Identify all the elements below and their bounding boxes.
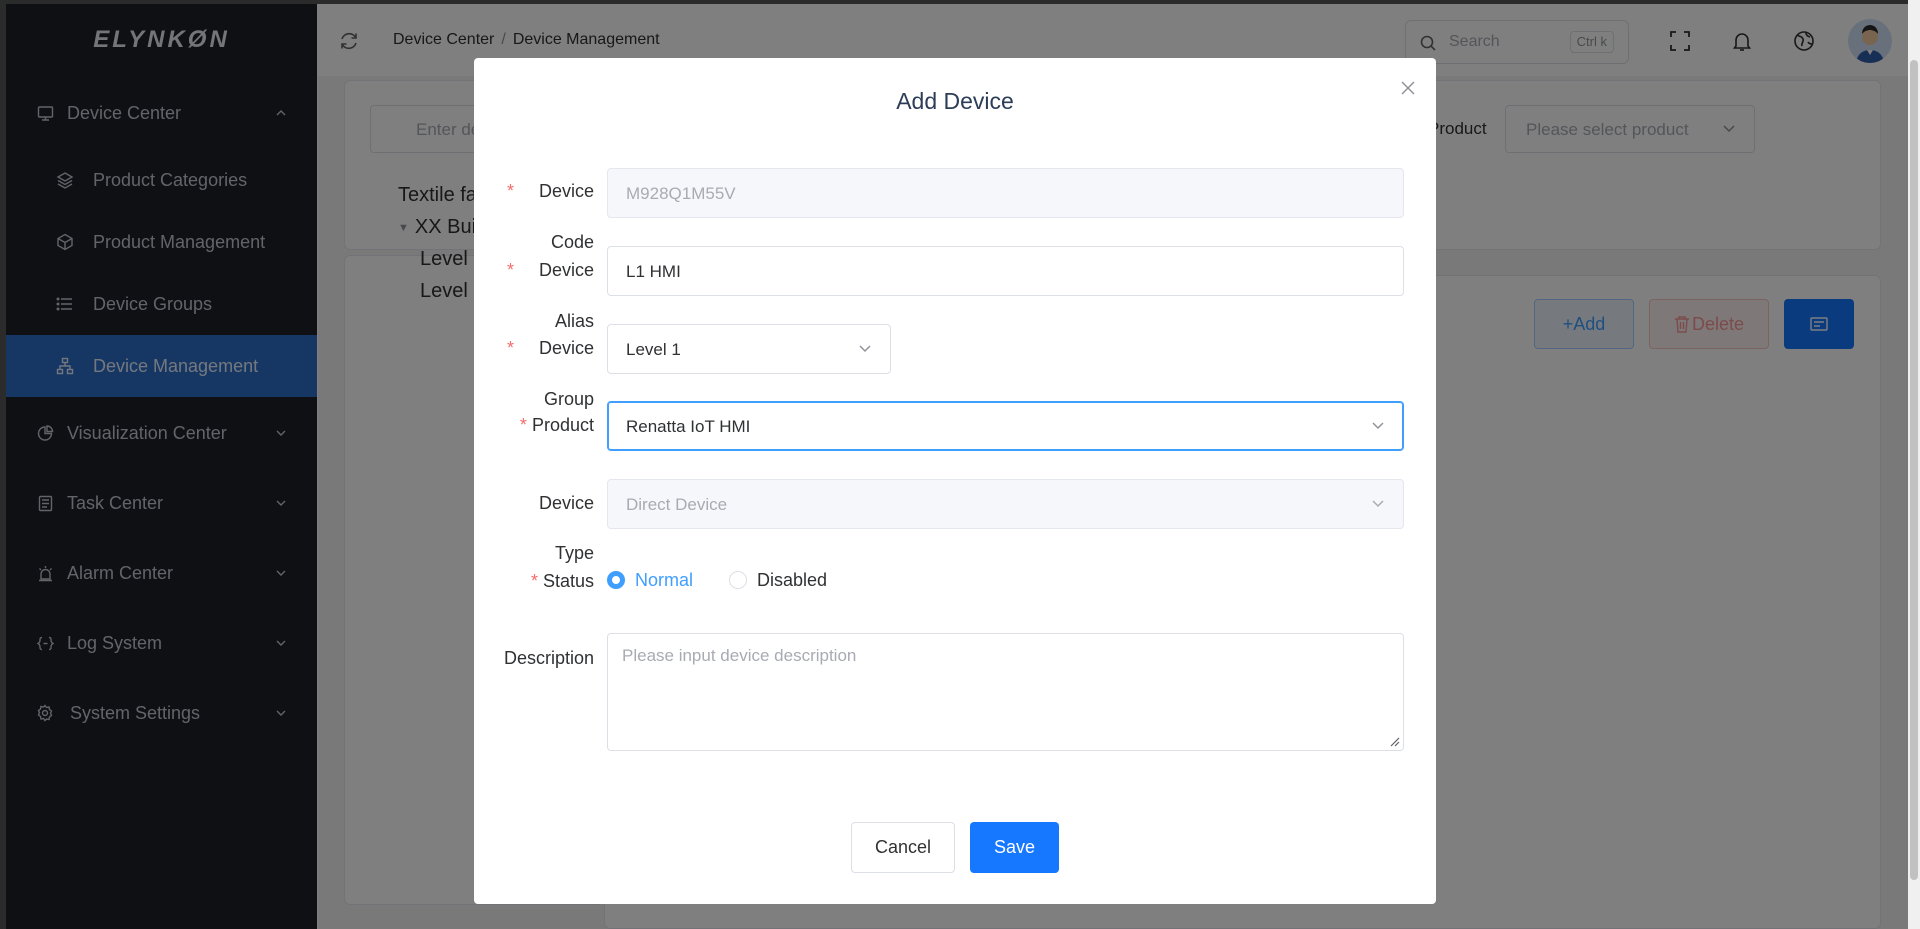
resize-grip-icon[interactable] xyxy=(1390,737,1400,747)
status-option-label: Disabled xyxy=(757,569,828,590)
device-type-label-line2: Type xyxy=(554,543,594,563)
status-disabled-radio[interactable]: Disabled xyxy=(729,570,827,591)
device-type-value: Direct Device xyxy=(626,495,728,514)
status-radio-group: Normal Disabled xyxy=(607,568,863,592)
product-label: * Product xyxy=(519,415,594,435)
status-normal-radio[interactable]: Normal xyxy=(607,570,693,591)
chevron-down-icon xyxy=(859,345,871,353)
cancel-button[interactable]: Cancel xyxy=(851,822,955,873)
chevron-down-icon xyxy=(1372,500,1384,508)
device-type-select: Direct Device xyxy=(607,479,1404,529)
status-label: * Status xyxy=(530,571,594,591)
save-button[interactable]: Save xyxy=(970,822,1059,873)
dialog-title: Add Device xyxy=(896,88,1014,114)
device-alias-input[interactable]: L1 HMI xyxy=(607,246,1404,296)
device-group-select[interactable]: Level 1 xyxy=(607,324,891,374)
device-alias-label-line2: Alias xyxy=(554,311,594,331)
device-group-value: Level 1 xyxy=(626,340,681,359)
add-device-dialog: Add Device * Device Code M928Q1M55V * De… xyxy=(474,58,1436,904)
device-code-value: M928Q1M55V xyxy=(626,184,736,203)
device-code-field: M928Q1M55V xyxy=(607,168,1404,218)
device-type-label: Device xyxy=(538,493,594,513)
product-value: Renatta IoT HMI xyxy=(626,417,751,436)
radio-unchecked-icon xyxy=(729,571,748,589)
description-placeholder: Please input device description xyxy=(622,646,857,665)
radio-checked-icon xyxy=(607,571,625,589)
product-select[interactable]: Renatta IoT HMI xyxy=(607,401,1404,451)
window-frame xyxy=(0,0,1920,4)
device-alias-value: L1 HMI xyxy=(626,262,681,281)
status-option-label: Normal xyxy=(635,569,694,590)
description-textarea[interactable]: Please input device description xyxy=(607,633,1404,751)
close-icon[interactable] xyxy=(1398,78,1418,98)
device-code-label: Device xyxy=(538,181,594,201)
window-frame xyxy=(0,0,6,929)
device-code-label-line2: Code xyxy=(550,232,594,252)
device-group-label: Device xyxy=(538,338,594,358)
scrollbar-thumb[interactable] xyxy=(1910,60,1918,880)
device-group-label-line2: Group xyxy=(543,389,594,409)
description-label: Description xyxy=(503,648,594,668)
device-alias-label: Device xyxy=(538,260,594,280)
chevron-down-icon xyxy=(1372,422,1384,430)
